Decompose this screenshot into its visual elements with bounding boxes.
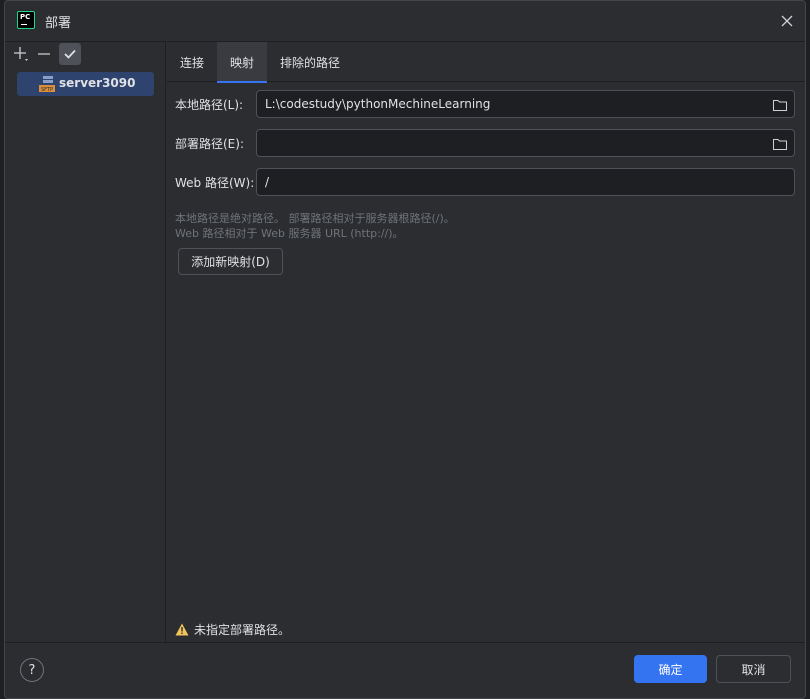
- pycharm-logo-icon: PC: [17, 11, 35, 29]
- server-config-panel: 连接 映射 排除的路径 本地路径(L): L:\codestudy\python…: [167, 41, 805, 642]
- local-path-row: 本地路径(L): L:\codestudy\pythonMechineLearn…: [167, 90, 805, 118]
- web-path-label: Web 路径(W):: [175, 176, 255, 190]
- browse-local-path-button[interactable]: [772, 97, 788, 113]
- web-path-value: /: [265, 175, 270, 189]
- config-tabs: 连接 映射 排除的路径: [167, 42, 805, 83]
- add-server-button[interactable]: [10, 43, 32, 65]
- deployment-path-input[interactable]: [256, 129, 795, 157]
- sftp-server-icon: SFTP: [39, 76, 55, 93]
- web-path-input[interactable]: /: [256, 168, 795, 196]
- server-list-toolbar: [5, 42, 165, 66]
- add-mapping-button[interactable]: 添加新映射(D): [178, 248, 283, 275]
- local-path-value: L:\codestudy\pythonMechineLearning: [265, 97, 491, 111]
- deployment-path-label: 部署路径(E):: [175, 137, 244, 151]
- deployment-dialog: PC 部署 SFTP server3090 连接 映射 排除的路径 本地路径(L…: [4, 0, 806, 699]
- plus-icon: [14, 47, 28, 61]
- logo-bar: [21, 24, 27, 25]
- path-hint-line2: Web 路径相对于 Web 服务器 URL (http://)。: [175, 227, 404, 240]
- dialog-footer: ? 确定 取消: [5, 642, 805, 698]
- server-name: server3090: [59, 76, 136, 90]
- local-path-label: 本地路径(L):: [175, 98, 244, 112]
- logo-text: PC: [20, 13, 31, 21]
- minus-icon: [38, 53, 50, 55]
- folder-icon: [773, 139, 787, 150]
- cancel-button[interactable]: 取消: [716, 655, 791, 683]
- tab-mapping[interactable]: 映射: [217, 42, 267, 83]
- tab-connection[interactable]: 连接: [167, 42, 217, 82]
- close-button[interactable]: [777, 11, 797, 31]
- folder-icon: [773, 100, 787, 111]
- browse-deployment-path-button[interactable]: [772, 136, 788, 152]
- deployment-path-row: 部署路径(E):: [167, 129, 805, 157]
- server-list-panel: SFTP server3090: [5, 41, 166, 642]
- path-hint-line1: 本地路径是绝对路径。 部署路径相对于服务器根路径(/)。: [175, 212, 455, 225]
- close-icon: [781, 15, 793, 27]
- dialog-title: 部署: [45, 16, 72, 31]
- warning-message: 未指定部署路径。: [175, 621, 290, 638]
- sftp-badge-text: SFTP: [41, 87, 53, 93]
- warning-text: 未指定部署路径。: [194, 623, 291, 637]
- server-list-item[interactable]: SFTP server3090: [17, 72, 154, 96]
- remove-server-button[interactable]: [33, 43, 55, 65]
- check-icon: [64, 49, 76, 59]
- warning-icon: [175, 623, 189, 636]
- tab-excluded-paths[interactable]: 排除的路径: [271, 42, 349, 82]
- ok-button[interactable]: 确定: [634, 655, 707, 683]
- web-path-row: Web 路径(W): /: [167, 168, 805, 196]
- help-button[interactable]: ?: [20, 658, 44, 682]
- local-path-input[interactable]: L:\codestudy\pythonMechineLearning: [256, 90, 795, 118]
- title-bar: PC 部署: [5, 1, 805, 41]
- set-default-button[interactable]: [59, 43, 81, 65]
